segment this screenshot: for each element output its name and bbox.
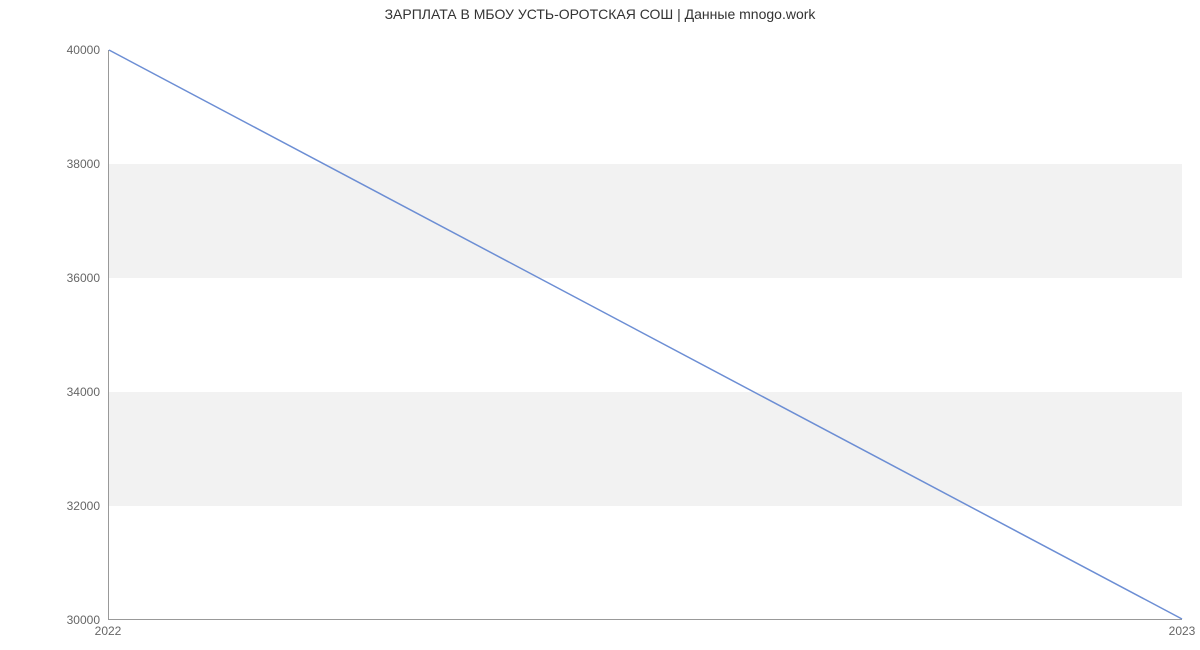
line-series: [109, 50, 1182, 619]
y-tick-label: 40000: [50, 43, 100, 57]
x-tick-label: 2023: [1169, 624, 1196, 638]
y-tick-label: 36000: [50, 271, 100, 285]
plot-area: [108, 50, 1182, 620]
y-tick-label: 30000: [50, 613, 100, 627]
data-line: [109, 50, 1182, 619]
chart-title: ЗАРПЛАТА В МБОУ УСТЬ-ОРОТСКАЯ СОШ | Данн…: [0, 6, 1200, 22]
chart-container: ЗАРПЛАТА В МБОУ УСТЬ-ОРОТСКАЯ СОШ | Данн…: [0, 0, 1200, 650]
x-tick-label: 2022: [95, 624, 122, 638]
y-tick-label: 32000: [50, 499, 100, 513]
y-tick-label: 38000: [50, 157, 100, 171]
y-tick-label: 34000: [50, 385, 100, 399]
